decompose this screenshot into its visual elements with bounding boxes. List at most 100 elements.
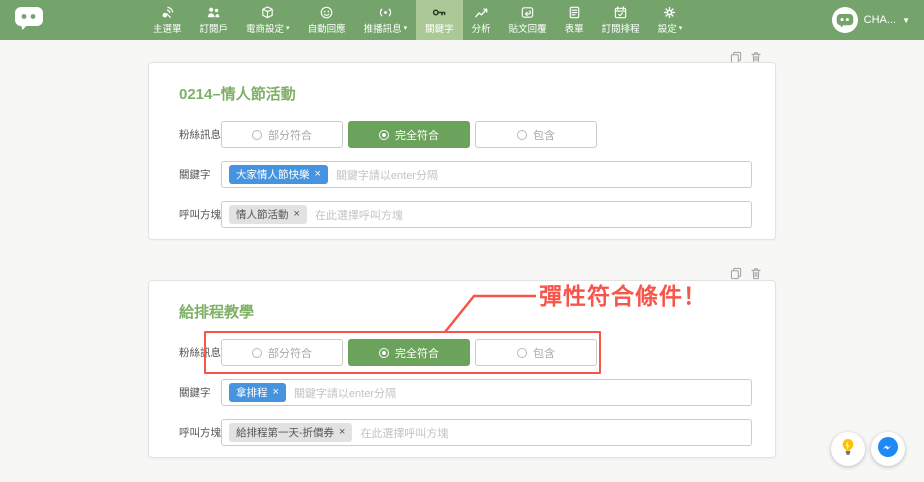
keyword-input[interactable]: 大家情人節快樂 × 關鍵字請以enter分隔 <box>221 161 752 188</box>
chevron-down-icon: ▾ <box>679 25 683 32</box>
nav-item-main-menu[interactable]: 主選單 <box>144 0 191 40</box>
nav-item-label: 訂閱戶 <box>200 21 229 35</box>
chevron-down-icon: ▾ <box>286 25 290 32</box>
nav-item-subscribers[interactable]: 訂閱戶 <box>191 0 238 40</box>
keyword-label: 關鍵字 <box>179 385 221 400</box>
duplicate-icon[interactable] <box>730 267 742 280</box>
annotation-text: 彈性符合條件！ <box>539 277 707 311</box>
gear-icon <box>662 5 677 19</box>
match-option-exact[interactable]: 完全符合 <box>348 121 470 148</box>
nav-item-label: 電商設定 <box>246 21 284 35</box>
nav-item-subscription-schedule[interactable]: 訂閱排程 <box>593 0 649 40</box>
nav-item-post-replies[interactable]: 貼文回覆 <box>500 0 556 40</box>
radio-selected-icon <box>379 130 389 140</box>
keyword-row: 關鍵字 拿排程 × 關鍵字請以enter分隔 <box>179 379 752 406</box>
nav-item-auto-response[interactable]: 自動回應 <box>299 0 355 40</box>
key-icon <box>431 5 447 19</box>
nav-item-label: 推播訊息 <box>364 21 402 35</box>
keyword-label: 關鍵字 <box>179 167 221 182</box>
option-label: 部分符合 <box>268 345 312 361</box>
keyword-rule-card-1: 0214–情人節活動 粉絲訊息 部分符合 完全符合 包含 關鍵字 <box>148 62 776 240</box>
radio-icon <box>517 130 527 140</box>
keyword-settings-page: 主選單 訂閱戶 電商設定▾ 自動回應 推播訊息▾ 關鍵字 <box>0 0 924 482</box>
call-block-input[interactable]: 情人節活動 × 在此選擇呼叫方塊 <box>221 201 752 228</box>
messenger-icon <box>876 435 900 464</box>
remove-tag-icon[interactable]: × <box>294 209 300 220</box>
option-label: 部分符合 <box>268 127 312 143</box>
nav-item-label: 關鍵字 <box>425 21 454 35</box>
keyword-input[interactable]: 拿排程 × 關鍵字請以enter分隔 <box>221 379 752 406</box>
form-document-icon <box>567 5 582 19</box>
nav-items: 主選單 訂閱戶 電商設定▾ 自動回應 推播訊息▾ 關鍵字 <box>144 0 691 40</box>
nav-item-keywords[interactable]: 關鍵字 <box>416 0 463 40</box>
tips-button[interactable] <box>831 432 865 466</box>
lightbulb-icon <box>838 437 858 462</box>
satellite-icon <box>160 5 175 19</box>
call-block-tag-text: 情人節活動 <box>236 207 289 222</box>
match-option-contains[interactable]: 包含 <box>475 121 597 148</box>
remove-tag-icon[interactable]: × <box>315 169 321 180</box>
radio-selected-icon <box>379 348 389 358</box>
keyword-tag: 大家情人節快樂 × <box>229 165 328 184</box>
card-2-actions <box>730 267 762 280</box>
account-menu[interactable]: CHA... ▼ <box>832 0 924 40</box>
keyword-tag-text: 大家情人節快樂 <box>236 167 310 182</box>
chatbot-logo-icon <box>12 4 46 37</box>
radio-icon <box>252 130 262 140</box>
match-type-row: 粉絲訊息 部分符合 完全符合 包含 <box>179 339 752 366</box>
option-label: 完全符合 <box>395 345 439 361</box>
chevron-down-icon: ▾ <box>404 25 408 32</box>
card-title: 0214–情人節活動 <box>179 83 752 104</box>
brand-logo[interactable] <box>0 0 58 40</box>
match-option-partial[interactable]: 部分符合 <box>221 121 343 148</box>
nav-item-label: 訂閱排程 <box>602 21 640 35</box>
robot-face-icon <box>319 5 334 19</box>
option-label: 包含 <box>533 345 555 361</box>
nav-item-push-messages[interactable]: 推播訊息▾ <box>355 0 417 40</box>
keyword-tag-text: 拿排程 <box>236 385 268 400</box>
call-block-tag: 情人節活動 × <box>229 205 307 224</box>
account-name: CHA... <box>864 14 896 26</box>
call-block-placeholder: 在此選擇呼叫方塊 <box>360 425 448 441</box>
nav-item-label: 自動回應 <box>308 21 346 35</box>
call-block-label: 呼叫方塊 <box>179 207 221 222</box>
top-navbar: 主選單 訂閱戶 電商設定▾ 自動回應 推播訊息▾ 關鍵字 <box>0 0 924 40</box>
remove-tag-icon[interactable]: × <box>339 427 345 438</box>
messenger-button[interactable] <box>871 432 905 466</box>
account-avatar <box>832 7 858 33</box>
keyword-placeholder: 關鍵字請以enter分隔 <box>336 167 438 183</box>
match-type-group: 部分符合 完全符合 包含 <box>221 339 597 366</box>
keyword-tag: 拿排程 × <box>229 383 286 402</box>
trash-icon[interactable] <box>750 267 762 280</box>
nav-item-settings[interactable]: 設定▾ <box>649 0 692 40</box>
match-option-contains[interactable]: 包含 <box>475 339 597 366</box>
radio-icon <box>252 348 262 358</box>
option-label: 包含 <box>533 127 555 143</box>
match-option-exact[interactable]: 完全符合 <box>348 339 470 366</box>
radio-icon <box>517 348 527 358</box>
nav-item-label: 分析 <box>472 21 491 35</box>
call-block-input[interactable]: 給排程第一天-折價券 × 在此選擇呼叫方塊 <box>221 419 752 446</box>
nav-item-forms[interactable]: 表單 <box>556 0 593 40</box>
cube-icon <box>260 5 275 19</box>
option-label: 完全符合 <box>395 127 439 143</box>
keyword-placeholder: 關鍵字請以enter分隔 <box>294 385 396 401</box>
remove-tag-icon[interactable]: × <box>273 387 279 398</box>
match-type-group: 部分符合 完全符合 包含 <box>221 121 597 148</box>
nav-item-label: 主選單 <box>153 21 182 35</box>
nav-item-ecommerce-settings[interactable]: 電商設定▾ <box>237 0 299 40</box>
call-block-label: 呼叫方塊 <box>179 425 221 440</box>
nav-item-label: 貼文回覆 <box>509 21 547 35</box>
call-block-row: 呼叫方塊 情人節活動 × 在此選擇呼叫方塊 <box>179 201 752 228</box>
match-type-label: 粉絲訊息 <box>179 127 221 142</box>
users-icon <box>206 5 221 19</box>
call-block-tag-text: 給排程第一天-折價券 <box>236 425 334 440</box>
nav-item-analytics[interactable]: 分析 <box>463 0 500 40</box>
match-type-row: 粉絲訊息 部分符合 完全符合 包含 <box>179 121 752 148</box>
post-reply-icon <box>520 5 535 19</box>
match-type-label: 粉絲訊息 <box>179 345 221 360</box>
trend-chart-icon <box>474 5 489 19</box>
account-chevron-icon: ▼ <box>902 16 910 25</box>
match-option-partial[interactable]: 部分符合 <box>221 339 343 366</box>
call-block-tag: 給排程第一天-折價券 × <box>229 423 352 442</box>
